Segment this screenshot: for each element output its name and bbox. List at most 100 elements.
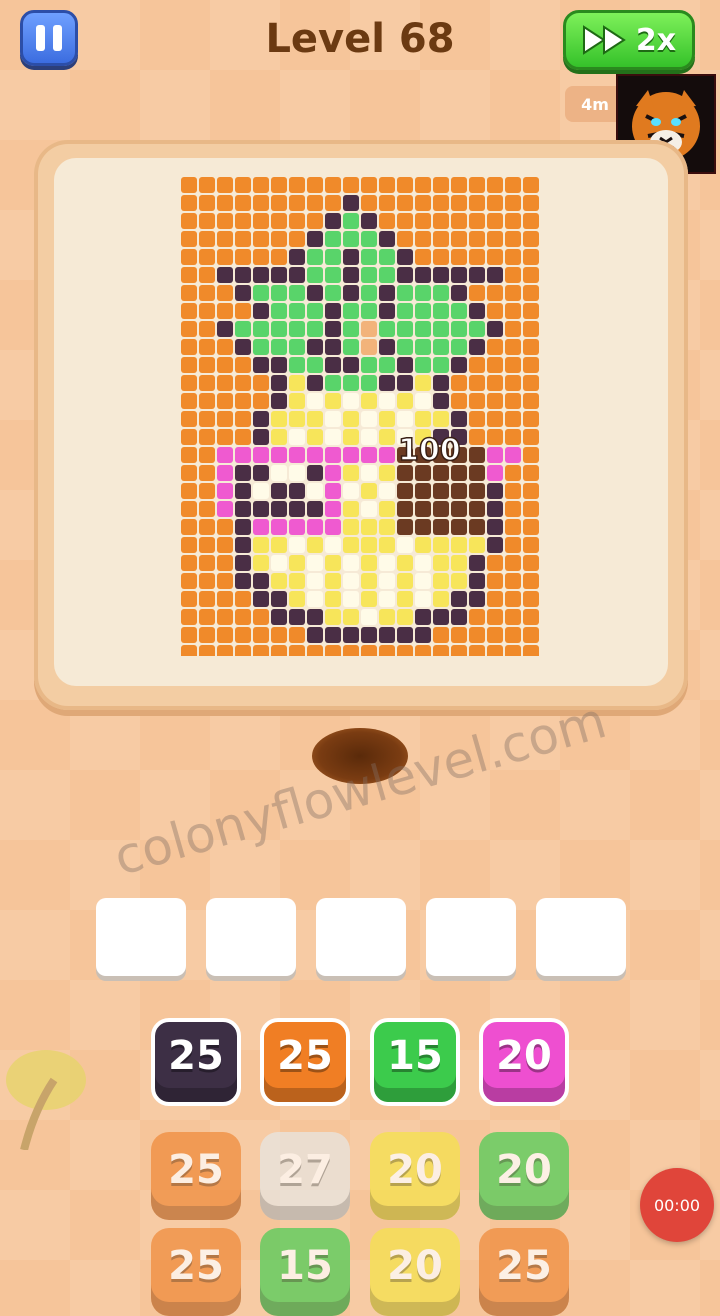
pixel-cell [433, 213, 449, 229]
pixel-cell [361, 357, 377, 373]
pixel-cell [487, 645, 503, 656]
pixel-cell [469, 645, 485, 656]
pixel-cell [307, 231, 323, 247]
pixel-cell [181, 627, 197, 643]
pixel-cell [379, 573, 395, 589]
pixel-cell [343, 555, 359, 571]
pixel-cell [379, 609, 395, 625]
pixel-cell [199, 393, 215, 409]
pixel-cell [181, 483, 197, 499]
color-block[interactable]: 25 [260, 1018, 350, 1106]
pixel-cell [307, 429, 323, 445]
leaf-decoration-icon [6, 1050, 86, 1150]
pixel-cell [415, 375, 431, 391]
pixel-cell [433, 303, 449, 319]
pixel-cell [487, 627, 503, 643]
record-timer-button[interactable]: 00:00 [640, 1168, 714, 1242]
pause-button[interactable] [20, 10, 78, 66]
pixel-cell [289, 465, 305, 481]
pixel-cell [379, 195, 395, 211]
pixel-cell [487, 447, 503, 463]
pixel-cell [253, 429, 269, 445]
pixel-cell [451, 537, 467, 553]
pixel-cell [415, 195, 431, 211]
pixel-cell [217, 177, 233, 193]
pixel-cell [307, 303, 323, 319]
pixel-cell [217, 447, 233, 463]
pixel-cell [289, 573, 305, 589]
pixel-cell [217, 285, 233, 301]
pixel-cell [235, 627, 251, 643]
color-block[interactable]: 20 [479, 1018, 569, 1106]
pixel-cell [415, 231, 431, 247]
pixel-cell [325, 447, 341, 463]
color-block[interactable]: 20 [370, 1132, 460, 1220]
pixel-cell [343, 591, 359, 607]
pixel-cell [415, 177, 431, 193]
pixel-cell [181, 285, 197, 301]
pixel-cell [199, 195, 215, 211]
pixel-cell [343, 267, 359, 283]
pixel-cell [199, 339, 215, 355]
pixel-cell [325, 519, 341, 535]
pixel-cell [271, 483, 287, 499]
pixel-cell [181, 591, 197, 607]
pixel-cell [361, 591, 377, 607]
pixel-cell [181, 573, 197, 589]
pixel-cell [469, 195, 485, 211]
color-block[interactable]: 15 [370, 1018, 460, 1106]
pixel-cell [415, 627, 431, 643]
pixel-cell [361, 447, 377, 463]
pixel-cell [253, 609, 269, 625]
pixel-cell [343, 519, 359, 535]
pixel-cell [523, 393, 539, 409]
pixel-cell [361, 249, 377, 265]
pixel-cell [253, 285, 269, 301]
color-block[interactable]: 25 [479, 1228, 569, 1316]
pixel-cell [451, 357, 467, 373]
pixel-cell [433, 537, 449, 553]
pixel-cell [469, 519, 485, 535]
color-block[interactable]: 20 [370, 1228, 460, 1316]
pixel-cell [487, 303, 503, 319]
pixel-cell [379, 627, 395, 643]
color-block[interactable]: 15 [260, 1228, 350, 1316]
pixel-cell [415, 339, 431, 355]
color-block[interactable]: 25 [151, 1132, 241, 1220]
pixel-cell [325, 339, 341, 355]
pixel-cell [505, 321, 521, 337]
speed-button[interactable]: 2x [563, 10, 695, 70]
pixel-cell [271, 501, 287, 517]
pixel-cell [523, 447, 539, 463]
pixel-cell [253, 555, 269, 571]
pixel-cell [325, 537, 341, 553]
block-count: 27 [277, 1147, 333, 1193]
pixel-cell [379, 213, 395, 229]
color-block[interactable]: 27 [260, 1132, 350, 1220]
pixel-cell [505, 249, 521, 265]
pixel-cell [343, 537, 359, 553]
pixel-cell [271, 537, 287, 553]
pixel-cell [397, 285, 413, 301]
pixel-cell [253, 393, 269, 409]
pixel-cell [253, 177, 269, 193]
pixel-cell [325, 375, 341, 391]
color-block[interactable]: 20 [479, 1132, 569, 1220]
pixel-cell [217, 357, 233, 373]
pixel-cell [235, 483, 251, 499]
block-count: 25 [168, 1033, 224, 1079]
color-block[interactable]: 25 [151, 1018, 241, 1106]
color-block[interactable]: 25 [151, 1228, 241, 1316]
pixel-cell [199, 573, 215, 589]
pixel-cell [415, 303, 431, 319]
pixel-cell [397, 231, 413, 247]
pixel-cell [307, 555, 323, 571]
pixel-cell [217, 537, 233, 553]
pixel-cell [235, 213, 251, 229]
pixel-cell [379, 303, 395, 319]
pixel-cell [343, 573, 359, 589]
pixel-cell [415, 267, 431, 283]
pixel-cell [217, 573, 233, 589]
level-title: Level 68 [265, 16, 455, 62]
pixel-cell [361, 213, 377, 229]
